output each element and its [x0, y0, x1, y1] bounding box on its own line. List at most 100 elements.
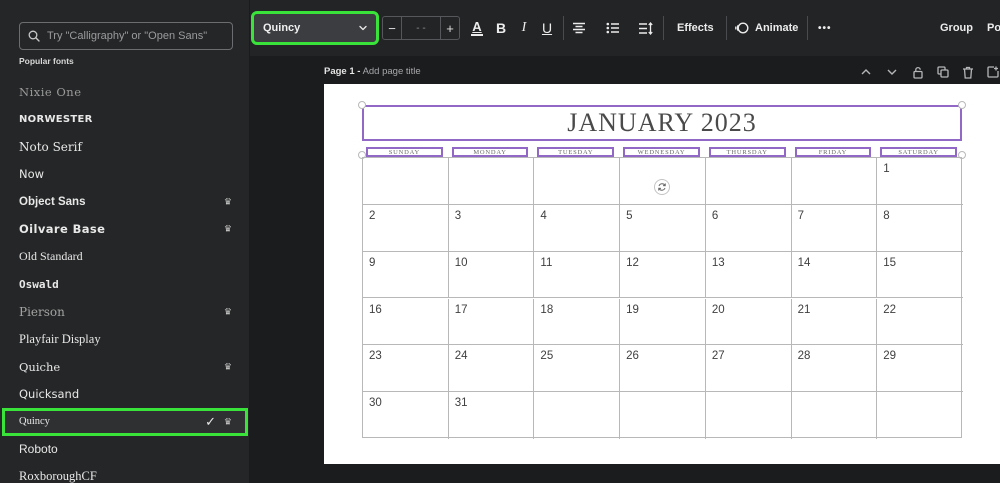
calendar-cell[interactable]: 12 [620, 251, 706, 299]
calendar-cell[interactable] [705, 158, 792, 205]
calendar-cell[interactable] [792, 392, 878, 439]
calendar-title-textbox[interactable]: JANUARY 2023 [362, 105, 962, 141]
calendar-cell[interactable]: 2 [363, 204, 449, 252]
font-item[interactable]: Quincy ✓ ♛ [2, 408, 248, 436]
calendar-cell[interactable]: 3 [448, 204, 535, 252]
chevron-up-icon[interactable] [860, 67, 872, 77]
more-options-button[interactable]: ••• [818, 16, 832, 40]
calendar-cell[interactable]: 17 [448, 298, 535, 346]
calendar-title[interactable]: JANUARY 2023 [567, 108, 756, 138]
animate-button[interactable]: Animate [735, 16, 798, 40]
font-item-label: Roboto [19, 442, 58, 457]
lock-icon[interactable] [912, 66, 924, 79]
font-item[interactable]: Quiche ♛ [0, 353, 249, 381]
date-number: 5 [626, 209, 633, 222]
font-size-increase-button[interactable]: + [441, 17, 459, 39]
calendar-cell[interactable]: 25 [534, 345, 621, 393]
calendar-cell[interactable] [877, 392, 963, 439]
calendar-cell[interactable]: 6 [705, 204, 792, 252]
position-button[interactable]: Po [987, 16, 1000, 40]
align-center-icon [573, 22, 585, 34]
list-button[interactable] [604, 16, 622, 40]
calendar-cell[interactable]: 27 [705, 345, 792, 393]
calendar-cell[interactable] [448, 158, 535, 205]
group-button[interactable]: Group [940, 16, 973, 40]
calendar-cell[interactable] [706, 392, 792, 439]
effects-button[interactable]: Effects [677, 16, 714, 40]
weekday-label: TUESDAY [537, 147, 615, 157]
toolbar-divider [807, 16, 808, 40]
calendar-cell[interactable]: 4 [534, 204, 621, 252]
text-color-button[interactable]: A [468, 16, 486, 40]
calendar-cell[interactable]: 24 [448, 345, 535, 393]
calendar-cell[interactable]: 20 [705, 298, 792, 346]
font-item[interactable]: Oilvare Base ♛ [0, 216, 249, 244]
font-item[interactable]: Now [0, 161, 249, 189]
font-item[interactable]: Old Standard [0, 243, 249, 271]
calendar-cell[interactable]: 23 [363, 345, 449, 393]
animate-label: Animate [755, 22, 799, 34]
font-search-input[interactable] [40, 30, 232, 42]
font-item[interactable]: Nixie One [0, 78, 249, 106]
font-item-label: Nixie One [19, 84, 82, 99]
calendar-cell[interactable]: 14 [791, 251, 878, 299]
calendar-cell[interactable]: 29 [877, 345, 963, 393]
italic-button[interactable]: I [515, 16, 533, 40]
font-item[interactable]: Roboto [0, 436, 249, 464]
calendar-cell[interactable]: 15 [877, 252, 963, 299]
font-size-value[interactable]: - - [401, 17, 441, 39]
calendar-cell[interactable]: 22 [877, 299, 963, 346]
calendar-page[interactable]: JANUARY 2023 SUNDAY MONDAY TUESDAY WEDNESDA… [324, 84, 1000, 464]
calendar-cell[interactable]: 1 [877, 158, 963, 205]
calendar-cell[interactable] [534, 158, 621, 205]
calendar-cell[interactable]: 19 [620, 298, 706, 346]
font-item[interactable]: NORWESTER [0, 106, 249, 134]
font-size-decrease-button[interactable]: − [383, 17, 401, 39]
calendar-cell[interactable]: 16 [363, 298, 449, 346]
editor-app: Popular fonts Nixie One NORWESTER Noto Ser… [0, 0, 1000, 483]
calendar-cell[interactable]: 21 [791, 298, 878, 346]
font-search-box[interactable] [19, 22, 233, 50]
font-item[interactable]: Noto Serif [0, 133, 249, 161]
font-list: Nixie One NORWESTER Noto Serif Now Object Sa… [0, 78, 249, 483]
date-number: 26 [626, 350, 639, 363]
calendar-cell[interactable]: 10 [448, 251, 535, 299]
calendar-cell[interactable]: 8 [877, 205, 963, 252]
align-center-button[interactable] [570, 16, 588, 40]
calendar-cell[interactable]: 11 [534, 251, 621, 299]
font-item[interactable]: Playfair Display [0, 326, 249, 354]
calendar-cell[interactable]: 18 [534, 298, 621, 346]
add-page-icon[interactable] [987, 66, 999, 78]
line-spacing-button[interactable] [636, 16, 654, 40]
trash-icon[interactable] [962, 66, 974, 79]
font-item[interactable]: Pierson ♛ [0, 298, 249, 326]
calendar-cell[interactable]: 7 [791, 204, 878, 252]
calendar-cell[interactable]: 28 [791, 345, 878, 393]
calendar-cell[interactable] [791, 158, 878, 205]
underline-button[interactable]: U [538, 16, 556, 40]
calendar-cell[interactable]: 5 [620, 204, 706, 252]
weekday-header-row: SUNDAY MONDAY TUESDAY WEDNESDAY THURSDAY FRID… [363, 147, 963, 157]
font-item[interactable]: Object Sans ♛ [0, 188, 249, 216]
calendar-cell[interactable]: 13 [705, 251, 792, 299]
bold-button[interactable]: B [492, 16, 510, 40]
calendar-cell[interactable]: 26 [620, 345, 706, 393]
font-item[interactable]: Quicksand [0, 381, 249, 409]
selection-handle[interactable] [958, 101, 966, 109]
calendar-cell[interactable]: 31 [449, 392, 535, 439]
font-item[interactable]: Oswald [0, 271, 249, 299]
font-item-label: Playfair Display [19, 331, 101, 346]
calendar-cell[interactable] [363, 158, 449, 205]
chevron-down-icon[interactable] [886, 67, 898, 77]
selection-handle[interactable] [358, 101, 366, 109]
add-page-title-link[interactable]: Add page title [363, 66, 421, 77]
duplicate-icon[interactable] [937, 66, 949, 78]
font-family-dropdown[interactable]: Quincy [251, 11, 379, 45]
calendar-cell[interactable] [620, 392, 706, 439]
calendar-cell[interactable]: 30 [363, 392, 449, 439]
font-item[interactable]: RoxboroughCF [0, 463, 249, 483]
calendar-cell[interactable] [534, 392, 621, 439]
font-size-stepper[interactable]: − - - + [382, 16, 460, 40]
calendar-cell[interactable]: 9 [363, 251, 449, 299]
rotate-handle[interactable] [654, 179, 670, 195]
